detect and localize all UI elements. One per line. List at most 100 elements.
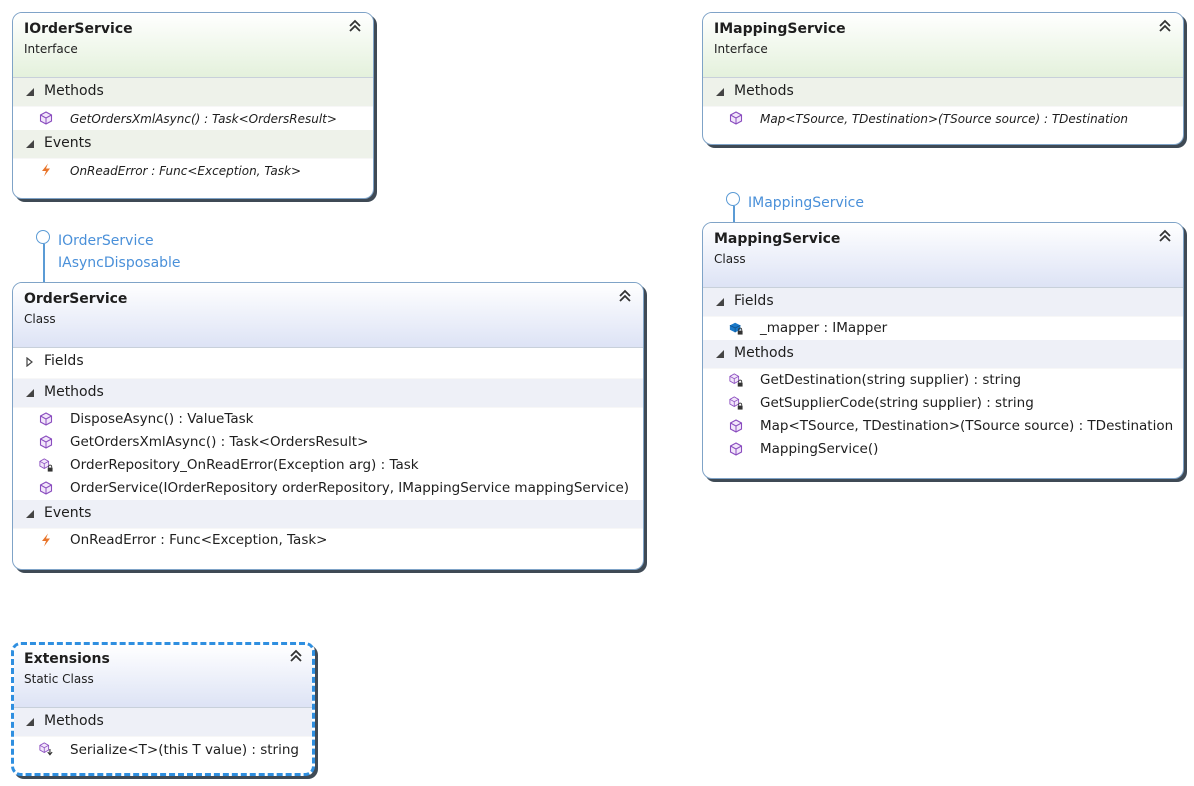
- expanded-triangle-icon[interactable]: [25, 87, 35, 97]
- event-icon: [42, 533, 50, 547]
- method-icon: [729, 442, 743, 456]
- collapse-chevron-icon[interactable]: [348, 19, 364, 35]
- expanded-triangle-icon[interactable]: [715, 349, 725, 359]
- event-icon: [42, 163, 50, 177]
- member-row[interactable]: MappingService(): [703, 438, 1183, 461]
- member-text: GetOrdersXmlAsync() : Task<OrdersResult>: [70, 112, 337, 126]
- method-icon: [729, 419, 743, 433]
- interface-circle-icon: [726, 192, 740, 206]
- section-label: Methods: [734, 345, 794, 361]
- member-text: GetOrdersXmlAsync() : Task<OrdersResult>: [70, 434, 369, 450]
- member-text: GetDestination(string supplier) : string: [760, 372, 1022, 388]
- section-methods[interactable]: Methods: [703, 78, 1183, 107]
- expanded-triangle-icon[interactable]: [25, 388, 35, 398]
- shape-header[interactable]: OrderService Class: [13, 283, 643, 348]
- shape-name: Extensions: [24, 651, 110, 667]
- interface-label[interactable]: IAsyncDisposable: [58, 252, 181, 274]
- shape-header[interactable]: IMappingService Interface: [703, 13, 1183, 78]
- section-label: Methods: [44, 83, 104, 99]
- member-row[interactable]: GetOrdersXmlAsync() : Task<OrdersResult>: [13, 107, 373, 130]
- member-text: _mapper : IMapper: [760, 320, 888, 336]
- interface-circle-icon: [36, 230, 50, 244]
- method-icon: [39, 481, 53, 495]
- member-text: OnReadError : Func<Exception, Task>: [70, 164, 301, 178]
- member-row[interactable]: OrderRepository_OnReadError(Exception ar…: [13, 454, 643, 477]
- section-label: Methods: [44, 713, 104, 729]
- private-field-icon: [729, 322, 743, 335]
- member-row[interactable]: Map<TSource, TDestination>(TSource sourc…: [703, 415, 1183, 438]
- section-events[interactable]: Events: [13, 500, 643, 529]
- member-text: Serialize<T>(this T value) : string: [70, 742, 299, 758]
- section-events[interactable]: Events: [13, 130, 373, 159]
- shape-header[interactable]: Extensions Static Class: [14, 645, 312, 708]
- interface-label[interactable]: IMappingService: [748, 192, 864, 214]
- method-icon: [39, 435, 53, 449]
- collapsed-triangle-icon[interactable]: [25, 357, 35, 367]
- member-row[interactable]: OrderService(IOrderRepository orderRepos…: [13, 477, 643, 500]
- expanded-triangle-icon[interactable]: [715, 87, 725, 97]
- mappingservice-shape[interactable]: MappingService Class Fields _mapper : IM…: [702, 222, 1184, 479]
- method-icon: [39, 111, 53, 125]
- section-fields[interactable]: Fields: [703, 288, 1183, 317]
- section-methods[interactable]: Methods: [13, 379, 643, 408]
- expanded-triangle-icon[interactable]: [715, 297, 725, 307]
- member-row[interactable]: OnReadError : Func<Exception, Task>: [13, 529, 643, 552]
- shape-name: OrderService: [24, 291, 128, 307]
- shape-name: MappingService: [714, 231, 841, 247]
- member-text: OnReadError : Func<Exception, Task>: [70, 532, 328, 548]
- section-label: Methods: [734, 83, 794, 99]
- collapse-chevron-icon[interactable]: [1158, 19, 1174, 35]
- expanded-triangle-icon[interactable]: [25, 509, 35, 519]
- section-methods[interactable]: Methods: [703, 340, 1183, 369]
- interface-lollipop: IMappingService: [726, 192, 926, 224]
- collapse-chevron-icon[interactable]: [1158, 229, 1174, 245]
- member-row[interactable]: GetSupplierCode(string supplier) : strin…: [703, 392, 1183, 415]
- extension-method-icon: [39, 742, 53, 756]
- imappingservice-shape[interactable]: IMappingService Interface Methods Map<TS…: [702, 12, 1184, 145]
- member-text: OrderRepository_OnReadError(Exception ar…: [70, 457, 419, 473]
- private-method-icon: [729, 373, 743, 387]
- member-row[interactable]: DisposeAsync() : ValueTask: [13, 408, 643, 431]
- lollipop-stem: [43, 244, 45, 284]
- member-row[interactable]: OnReadError : Func<Exception, Task>: [13, 159, 373, 182]
- member-row[interactable]: Map<TSource, TDestination>(TSource sourc…: [703, 107, 1183, 130]
- iorderservice-shape[interactable]: IOrderService Interface Methods GetOrder…: [12, 12, 374, 199]
- section-label: Events: [44, 135, 92, 151]
- collapse-chevron-icon[interactable]: [618, 289, 634, 305]
- method-icon: [39, 412, 53, 426]
- member-text: GetSupplierCode(string supplier) : strin…: [760, 395, 1034, 411]
- member-text: OrderService(IOrderRepository orderRepos…: [70, 480, 630, 496]
- extensions-shape[interactable]: Extensions Static Class Methods Serializ…: [11, 642, 315, 776]
- shape-header[interactable]: IOrderService Interface: [13, 13, 373, 78]
- method-icon: [729, 111, 743, 125]
- member-text: MappingService(): [760, 441, 879, 457]
- member-row[interactable]: _mapper : IMapper: [703, 317, 1183, 340]
- shape-kind: Class: [24, 312, 56, 326]
- interface-lollipop: IOrderService IAsyncDisposable: [36, 230, 236, 284]
- shape-kind: Interface: [24, 42, 78, 56]
- member-row[interactable]: GetDestination(string supplier) : string: [703, 369, 1183, 392]
- member-row[interactable]: GetOrdersXmlAsync() : Task<OrdersResult>: [13, 431, 643, 454]
- member-row[interactable]: Serialize<T>(this T value) : string: [14, 737, 312, 763]
- section-label: Fields: [734, 293, 774, 309]
- private-method-icon: [39, 458, 53, 472]
- shape-kind: Class: [714, 252, 746, 266]
- shape-kind: Interface: [714, 42, 768, 56]
- expanded-triangle-icon[interactable]: [25, 717, 35, 727]
- collapse-chevron-icon[interactable]: [289, 649, 305, 665]
- shape-name: IOrderService: [24, 21, 133, 37]
- member-text: Map<TSource, TDestination>(TSource sourc…: [760, 418, 1174, 434]
- shape-header[interactable]: MappingService Class: [703, 223, 1183, 288]
- shape-kind: Static Class: [24, 672, 94, 686]
- orderservice-shape[interactable]: OrderService Class Fields Methods Dispos…: [12, 282, 644, 570]
- member-text: DisposeAsync() : ValueTask: [70, 411, 254, 427]
- section-label: Events: [44, 505, 92, 521]
- section-fields[interactable]: Fields: [13, 348, 643, 379]
- expanded-triangle-icon[interactable]: [25, 139, 35, 149]
- section-label: Methods: [44, 384, 104, 400]
- section-methods[interactable]: Methods: [14, 708, 312, 737]
- section-label: Fields: [44, 353, 84, 369]
- section-methods[interactable]: Methods: [13, 78, 373, 107]
- interface-label[interactable]: IOrderService: [58, 230, 154, 252]
- member-text: Map<TSource, TDestination>(TSource sourc…: [760, 112, 1129, 126]
